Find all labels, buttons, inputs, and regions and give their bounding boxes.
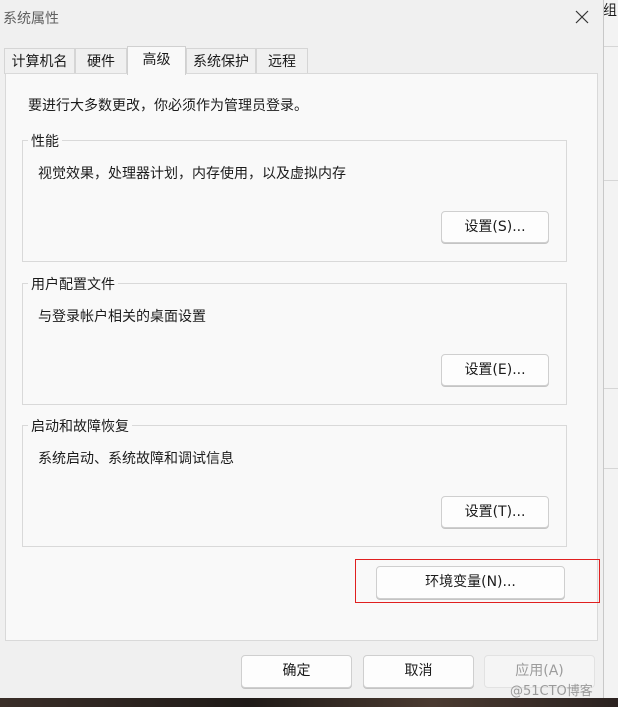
close-button[interactable] — [563, 4, 601, 30]
tab-system-protection[interactable]: 系统保护 — [186, 48, 256, 74]
background-glyph: 组 — [603, 3, 617, 19]
background-window — [603, 0, 618, 707]
user-profiles-group: 用户配置文件 与登录帐户相关的桌面设置 — [22, 274, 567, 405]
startup-recovery-settings-button[interactable]: 设置(T)... — [441, 496, 549, 528]
background-divider — [603, 46, 618, 47]
performance-settings-button[interactable]: 设置(S)... — [441, 211, 549, 243]
tab-remote[interactable]: 远程 — [256, 48, 308, 74]
window-title: 系统属性 — [3, 11, 59, 27]
background-divider — [603, 388, 618, 389]
performance-title: 性能 — [28, 131, 62, 151]
desktop-wallpaper — [0, 698, 618, 707]
user-profiles-description: 与登录帐户相关的桌面设置 — [38, 309, 206, 325]
tab-advanced[interactable]: 高级 — [127, 46, 186, 75]
admin-note: 要进行大多数更改，你必须作为管理员登录。 — [28, 98, 308, 114]
system-properties-dialog: 系统属性 计算机名 硬件 高级 系统保护 远程 要进行大多数更改，你必须作为管理… — [0, 0, 603, 698]
background-divider — [603, 180, 618, 181]
highlight-box — [355, 559, 600, 603]
watermark: @51CTO博客 — [510, 684, 593, 699]
performance-description: 视觉效果，处理器计划，内存使用，以及虚拟内存 — [38, 166, 346, 182]
startup-recovery-title: 启动和故障恢复 — [28, 416, 132, 436]
performance-group: 性能 视觉效果，处理器计划，内存使用，以及虚拟内存 — [22, 131, 567, 262]
title-bar[interactable]: 系统属性 — [0, 0, 603, 34]
background-divider — [603, 468, 618, 469]
ok-button[interactable]: 确定 — [241, 655, 352, 688]
user-profiles-settings-button[interactable]: 设置(E)... — [441, 354, 549, 386]
cancel-button[interactable]: 取消 — [363, 655, 474, 688]
tab-hardware[interactable]: 硬件 — [75, 48, 127, 74]
startup-recovery-description: 系统启动、系统故障和调试信息 — [38, 451, 234, 467]
tab-computer-name[interactable]: 计算机名 — [4, 48, 75, 74]
user-profiles-title: 用户配置文件 — [28, 274, 118, 294]
close-icon — [575, 10, 589, 24]
startup-recovery-group: 启动和故障恢复 系统启动、系统故障和调试信息 — [22, 416, 567, 547]
